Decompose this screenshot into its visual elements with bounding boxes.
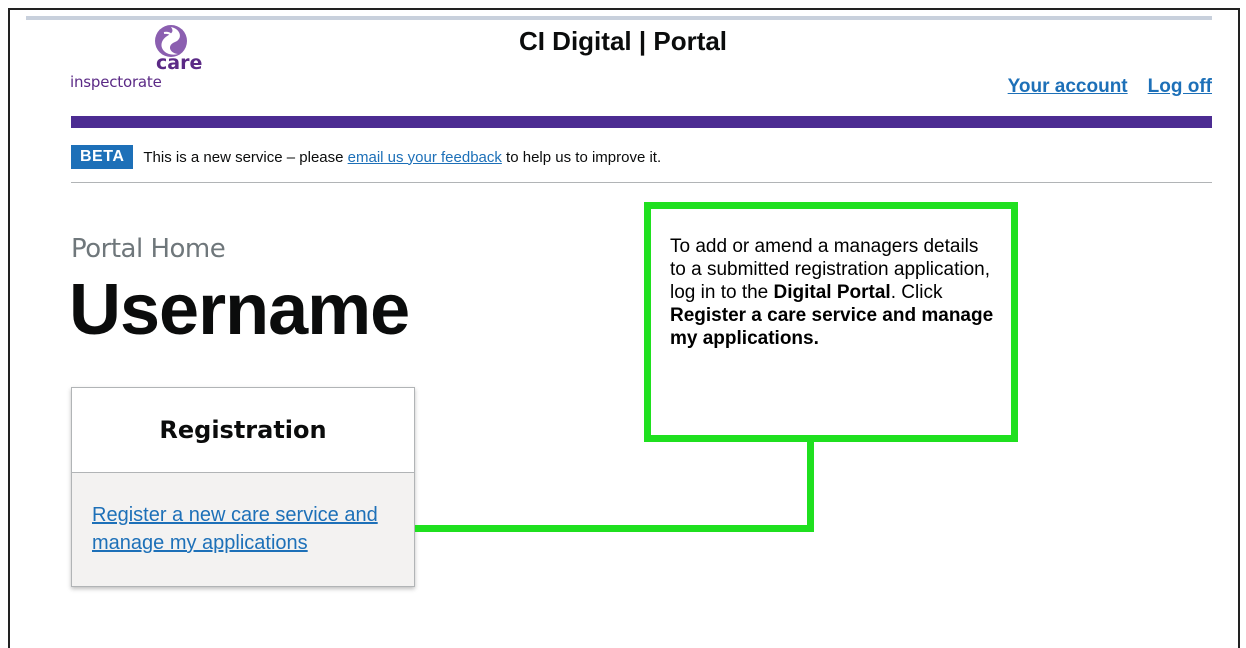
annotation-callout: To add or amend a managers details to a … (644, 202, 1018, 442)
log-off-link[interactable]: Log off (1148, 76, 1212, 97)
beta-text-before: This is a new service – please (143, 148, 348, 166)
logo-text-care: care (156, 52, 203, 74)
registration-card-body: Register a new care service and manage m… (72, 473, 414, 557)
your-account-link[interactable]: Your account (1008, 76, 1128, 97)
annotation-connector-vertical (807, 442, 814, 532)
brand-bar (71, 116, 1212, 128)
callout-bold-register: Register a care service and manage my ap… (670, 305, 994, 349)
page-caption: Portal Home (71, 234, 226, 264)
page-title: Username (69, 270, 410, 350)
registration-card-title: Registration (72, 388, 414, 473)
account-links: Your account Log off (988, 76, 1212, 98)
site-title: CI Digital | Portal (518, 26, 728, 56)
annotation-connector-horizontal (415, 525, 814, 532)
browser-top-strip (26, 16, 1212, 20)
beta-banner: BETA This is a new service – please email… (71, 145, 661, 173)
callout-text-2: . Click (890, 282, 943, 303)
beta-banner-text: This is a new service – please email us … (143, 149, 661, 166)
callout-bold-digital-portal: Digital Portal (773, 282, 891, 303)
feedback-email-link[interactable]: email us your feedback (348, 149, 502, 166)
register-new-care-service-link[interactable]: Register a new care service and manage m… (92, 504, 378, 554)
logo-text-inspectorate: inspectorate (70, 73, 162, 91)
beta-text-after: to help us to improve it. (501, 148, 662, 166)
beta-tag: BETA (71, 145, 134, 169)
beta-divider (71, 182, 1212, 183)
registration-card: Registration Register a new care service… (71, 387, 415, 587)
